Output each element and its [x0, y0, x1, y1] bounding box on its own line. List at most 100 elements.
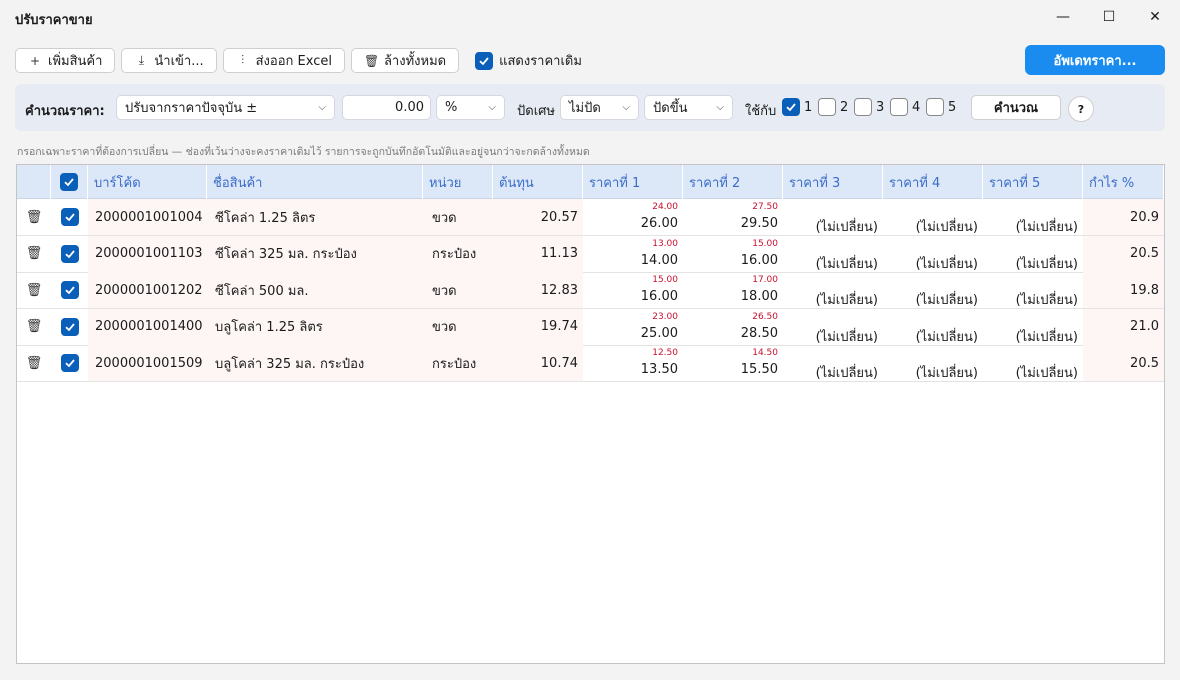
barcode-cell: 2000001001103: [88, 235, 207, 272]
rounding-direction-select[interactable]: ปัดขึ้น ⌵: [644, 95, 733, 120]
price-5-cell[interactable]: (ไม่เปลี่ยน): [983, 309, 1083, 345]
close-icon: ✕: [1149, 9, 1161, 25]
delete-row-button[interactable]: 🗑: [17, 272, 51, 308]
row-checkbox[interactable]: [60, 354, 79, 373]
trash-icon: 🗑: [25, 246, 43, 262]
row-checkbox[interactable]: [60, 208, 79, 226]
help-button[interactable]: ?: [1068, 96, 1094, 122]
apply-price-5[interactable]: 5: [926, 98, 956, 116]
price-1-cell[interactable]: 13.00 14.00: [583, 236, 683, 272]
header-price-4[interactable]: ราคาที่ 4: [883, 165, 983, 199]
row-checkbox[interactable]: [60, 317, 79, 336]
price-5-cell[interactable]: (ไม่เปลี่ยน): [983, 236, 1083, 272]
update-price-button[interactable]: อัพเดทราคา...: [1025, 45, 1165, 75]
export-excel-button[interactable]: ⫶ ส่งออก Excel: [222, 48, 345, 73]
trash-icon: 🗑: [363, 53, 380, 68]
calc-amount-input[interactable]: 0.00: [342, 95, 431, 120]
price-3-unchanged: (ไม่เปลี่ยน): [815, 256, 878, 272]
apply-price-3-checkbox[interactable]: [854, 98, 872, 116]
clear-all-button[interactable]: 🗑 ล้างทั้งหมด: [350, 48, 460, 73]
delete-row-button[interactable]: 🗑: [17, 199, 51, 235]
price-4-unchanged: (ไม่เปลี่ยน): [915, 329, 978, 345]
import-button[interactable]: ⤓ นำเข้า...: [121, 48, 217, 73]
header-unit[interactable]: หน่วย: [423, 165, 493, 199]
header-price-2[interactable]: ราคาที่ 2: [683, 165, 783, 199]
apply-price-3[interactable]: 3: [854, 98, 884, 116]
table-row[interactable]: 🗑 2000001001103 ซีโคล่า 325 มล. กระป๋อง กระ…: [17, 235, 1164, 273]
header-margin[interactable]: กำไร %: [1083, 165, 1164, 199]
maximize-button[interactable]: ☐: [1086, 4, 1132, 30]
export-excel-label: ส่งออก Excel: [255, 54, 332, 69]
price-5-cell[interactable]: (ไม่เปลี่ยน): [983, 345, 1083, 381]
apply-price-4-checkbox[interactable]: [890, 98, 908, 116]
price-1-new: 25.00: [640, 325, 678, 341]
header-price-1[interactable]: ราคาที่ 1: [583, 165, 683, 199]
price-2-cell[interactable]: 26.50 28.50: [683, 309, 783, 345]
apply-price-4-label: 4: [912, 99, 921, 115]
calc-mode-select[interactable]: ปรับจากราคาปัจจุบัน ± ⌵: [116, 95, 335, 120]
price-2-cell[interactable]: 27.50 29.50: [683, 199, 783, 235]
apply-price-1[interactable]: 1: [782, 98, 812, 116]
delete-row-button[interactable]: 🗑: [17, 236, 51, 272]
apply-price-1-checkbox[interactable]: [782, 98, 800, 116]
row-select[interactable]: [51, 199, 88, 235]
price-4-cell[interactable]: (ไม่เปลี่ยน): [883, 236, 983, 272]
header-name[interactable]: ชื่อสินค้า: [207, 165, 423, 199]
price-4-cell[interactable]: (ไม่เปลี่ยน): [883, 199, 983, 235]
table-row[interactable]: 🗑 2000001001400 บลูโคล่า 1.25 ลิตร ขวด 19.74…: [17, 308, 1164, 346]
apply-price-2[interactable]: 2: [818, 98, 848, 116]
show-old-price-toggle[interactable]: แสดงราคาเดิม: [475, 50, 582, 71]
price-2-cell[interactable]: 14.50 15.50: [683, 345, 783, 381]
select-all-checkbox[interactable]: [60, 173, 78, 191]
price-1-new: 14.00: [640, 252, 678, 268]
header-price-5[interactable]: ราคาที่ 5: [983, 165, 1083, 199]
calc-unit-select[interactable]: % ⌵: [436, 95, 505, 120]
row-checkbox[interactable]: [60, 281, 79, 300]
price-4-cell[interactable]: (ไม่เปลี่ยน): [883, 345, 983, 381]
calc-label: คำนวณราคา:: [25, 104, 105, 119]
minimize-button[interactable]: —: [1040, 4, 1086, 30]
price-1-new: 13.50: [640, 362, 678, 378]
name-cell: บลูโคล่า 325 มล. กระป๋อง: [207, 345, 423, 382]
price-1-cell[interactable]: 24.00 26.00: [583, 199, 683, 235]
delete-row-button[interactable]: 🗑: [17, 309, 51, 345]
price-4-cell[interactable]: (ไม่เปลี่ยน): [883, 309, 983, 345]
row-select[interactable]: [51, 345, 88, 381]
calculate-button[interactable]: คำนวณ: [971, 95, 1061, 120]
table-row[interactable]: 🗑 2000001001202 ซีโคล่า 500 มล. ขวด 12.83 15.…: [17, 272, 1164, 310]
header-cost[interactable]: ต้นทุน: [493, 165, 583, 199]
header-barcode[interactable]: บาร์โค้ด: [88, 165, 207, 199]
header-select-all[interactable]: [51, 165, 88, 199]
price-5-cell[interactable]: (ไม่เปลี่ยน): [983, 272, 1083, 308]
price-2-cell[interactable]: 17.00 18.00: [683, 272, 783, 308]
rounding-select[interactable]: ไม่ปัด ⌵: [560, 95, 639, 120]
price-1-cell[interactable]: 23.00 25.00: [583, 309, 683, 345]
price-3-cell[interactable]: (ไม่เปลี่ยน): [783, 345, 883, 381]
apply-price-4[interactable]: 4: [890, 98, 920, 116]
price-3-cell[interactable]: (ไม่เปลี่ยน): [783, 272, 883, 308]
price-3-cell[interactable]: (ไม่เปลี่ยน): [783, 309, 883, 345]
close-button[interactable]: ✕: [1132, 4, 1178, 30]
delete-row-button[interactable]: 🗑: [17, 345, 51, 381]
row-checkbox[interactable]: [60, 244, 79, 263]
price-3-cell[interactable]: (ไม่เปลี่ยน): [783, 236, 883, 272]
window-title: ปรับราคาขาย: [15, 13, 93, 28]
price-5-cell[interactable]: (ไม่เปลี่ยน): [983, 199, 1083, 235]
price-4-cell[interactable]: (ไม่เปลี่ยน): [883, 272, 983, 308]
row-select[interactable]: [51, 236, 88, 272]
price-2-cell[interactable]: 15.00 16.00: [683, 236, 783, 272]
row-select[interactable]: [51, 309, 88, 345]
show-old-price-checkbox[interactable]: [475, 51, 494, 70]
row-select[interactable]: [51, 272, 88, 308]
price-3-cell[interactable]: (ไม่เปลี่ยน): [783, 199, 883, 235]
price-1-cell[interactable]: 15.00 16.00: [583, 272, 683, 308]
table-row[interactable]: 🗑 2000001001509 บลูโคล่า 325 มล. กระป๋อง กร…: [17, 345, 1164, 383]
table-row[interactable]: 🗑 2000001001004 ซีโคล่า 1.25 ลิตร ขวด 20.57 2…: [17, 199, 1164, 236]
add-product-button[interactable]: + เพิ่มสินค้า: [15, 48, 116, 73]
apply-price-2-label: 2: [840, 99, 849, 115]
apply-price-2-checkbox[interactable]: [818, 98, 836, 116]
price-1-cell[interactable]: 12.50 13.50: [583, 345, 683, 381]
header-price-3[interactable]: ราคาที่ 3: [783, 165, 883, 199]
apply-price-5-checkbox[interactable]: [926, 98, 944, 116]
price-1-old: 15.00: [652, 275, 678, 286]
